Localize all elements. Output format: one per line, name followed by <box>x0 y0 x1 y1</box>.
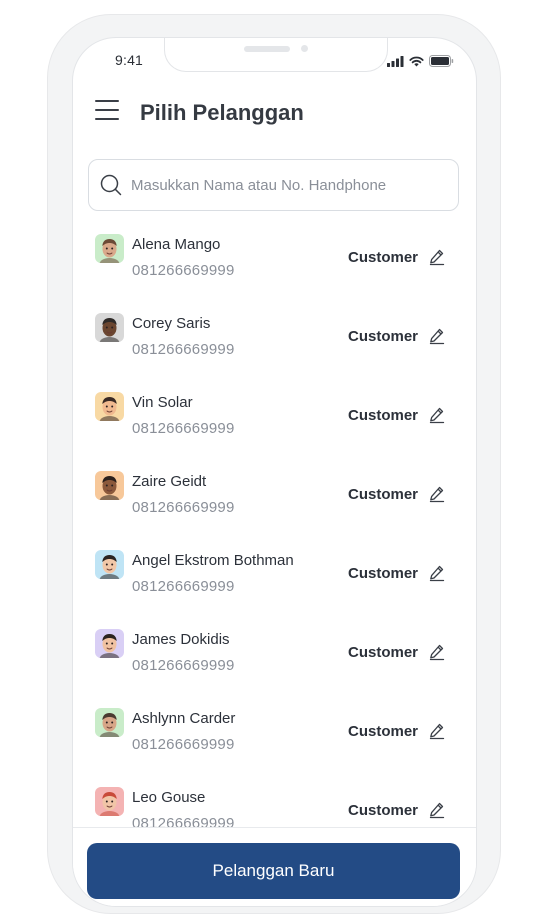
memoji-avatar-icon <box>95 629 124 658</box>
customer-name: Corey Saris <box>132 315 211 332</box>
status-icons <box>387 55 454 67</box>
customer-row[interactable]: Alena Mango 081266669999 Customer <box>73 223 476 302</box>
hamburger-icon[interactable] <box>95 100 119 122</box>
customer-phone: 081266669999 <box>132 499 235 516</box>
customer-role: Customer <box>348 486 419 503</box>
customer-row[interactable]: Angel Ekstrom Bothman 081266669999 Custome… <box>73 539 476 618</box>
notch <box>164 38 388 72</box>
customer-name: Leo Gouse <box>132 789 206 806</box>
search-icon <box>100 174 122 196</box>
memoji-avatar-icon <box>95 550 124 579</box>
customer-name: James Dokidis <box>132 631 230 648</box>
search-input[interactable] <box>129 175 453 195</box>
customer-phone: 081266669999 <box>132 420 235 437</box>
avatar <box>95 392 124 421</box>
customer-role: Customer <box>348 249 419 266</box>
pencil-icon[interactable] <box>428 722 446 740</box>
memoji-avatar-icon <box>95 313 124 342</box>
customer-row[interactable]: Zaire Geidt 081266669999 Customer <box>73 460 476 539</box>
customer-phone: 081266669999 <box>132 657 235 674</box>
avatar <box>95 313 124 342</box>
customer-role: Customer <box>348 407 419 424</box>
customer-role: Customer <box>348 644 419 661</box>
avatar <box>95 629 124 658</box>
pencil-icon[interactable] <box>428 564 446 582</box>
battery-icon <box>429 55 454 67</box>
avatar <box>95 471 124 500</box>
wifi-icon <box>409 56 424 66</box>
speaker <box>244 46 290 52</box>
customer-role: Customer <box>348 328 419 345</box>
pencil-icon[interactable] <box>428 327 446 345</box>
customer-name: Zaire Geidt <box>132 473 207 490</box>
customer-list: Alena Mango 081266669999 Customer Corey Sar… <box>73 223 476 827</box>
customer-role: Customer <box>348 723 419 740</box>
cellular-signal-icon <box>387 55 404 67</box>
pencil-icon[interactable] <box>428 643 446 661</box>
avatar <box>95 787 124 816</box>
customer-row[interactable]: Ashlynn Carder 081266669999 Customer <box>73 697 476 776</box>
status-time: 9:41 <box>115 52 144 68</box>
avatar <box>95 708 124 737</box>
bottom-bar: Pelanggan Baru <box>73 827 476 906</box>
customer-role: Customer <box>348 802 419 819</box>
customer-phone: 081266669999 <box>132 341 235 358</box>
page-title: Pilih Pelanggan <box>140 100 304 125</box>
new-customer-button[interactable]: Pelanggan Baru <box>87 843 460 899</box>
customer-phone: 081266669999 <box>132 736 235 753</box>
customer-phone: 081266669999 <box>132 262 235 279</box>
customer-name: Alena Mango <box>132 236 221 253</box>
customer-row[interactable]: James Dokidis 081266669999 Customer <box>73 618 476 697</box>
customer-row[interactable]: Leo Gouse 081266669999 Customer <box>73 776 476 827</box>
customer-name: Vin Solar <box>132 394 193 411</box>
memoji-avatar-icon <box>95 234 124 263</box>
memoji-avatar-icon <box>95 392 124 421</box>
customer-phone: 081266669999 <box>132 815 235 827</box>
pencil-icon[interactable] <box>428 485 446 503</box>
memoji-avatar-icon <box>95 708 124 737</box>
memoji-avatar-icon <box>95 787 124 816</box>
search-box[interactable] <box>88 159 459 211</box>
customer-row[interactable]: Vin Solar 081266669999 Customer <box>73 381 476 460</box>
avatar <box>95 550 124 579</box>
pencil-icon[interactable] <box>428 801 446 819</box>
memoji-avatar-icon <box>95 471 124 500</box>
customer-row[interactable]: Corey Saris 081266669999 Customer <box>73 302 476 381</box>
pencil-icon[interactable] <box>428 248 446 266</box>
phone-screen: 9:41 Pilih Pelanggan Alena Mango 08126666… <box>72 37 477 907</box>
customer-phone: 081266669999 <box>132 578 235 595</box>
pencil-icon[interactable] <box>428 406 446 424</box>
customer-name: Angel Ekstrom Bothman <box>132 552 294 569</box>
customer-role: Customer <box>348 565 419 582</box>
customer-name: Ashlynn Carder <box>132 710 236 727</box>
avatar <box>95 234 124 263</box>
camera <box>301 45 308 52</box>
